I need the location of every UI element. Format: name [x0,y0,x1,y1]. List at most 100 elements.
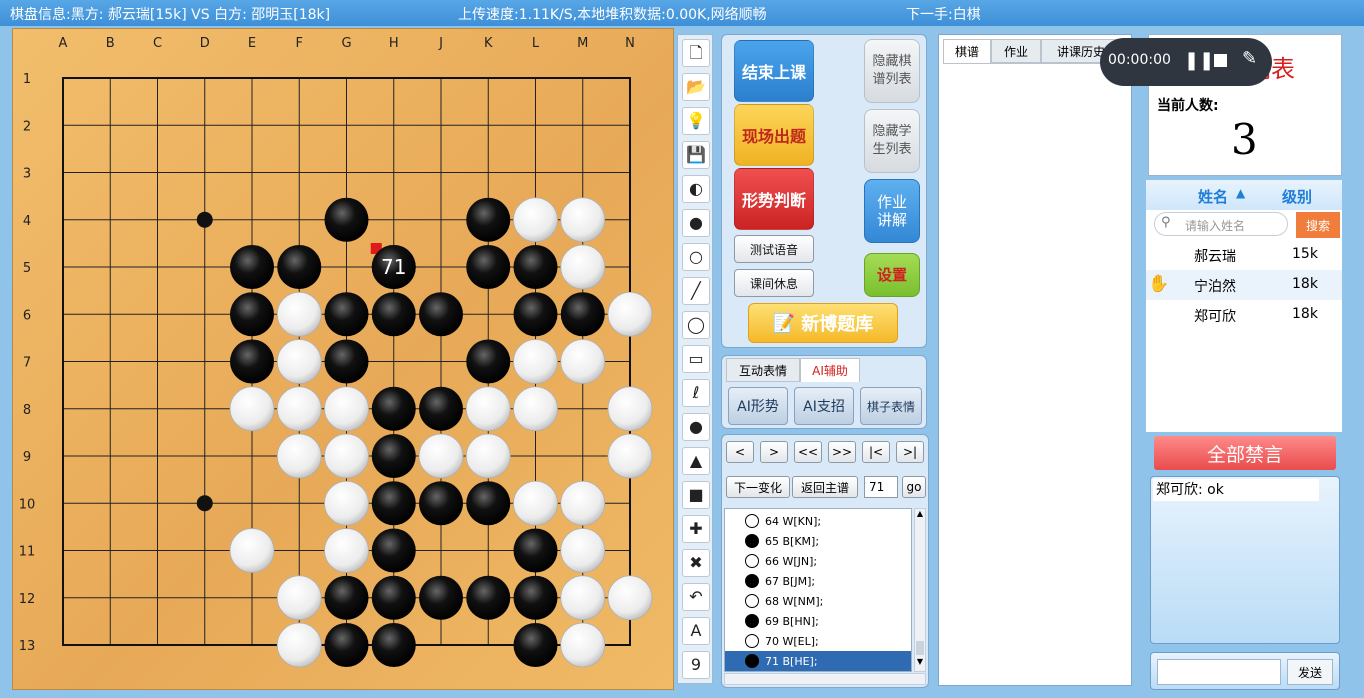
next-variation-button[interactable]: 下一变化 [726,476,790,498]
search-button[interactable]: 搜索 [1296,212,1340,238]
scroll-down-arrow-icon[interactable]: ▼ [915,657,925,669]
raised-hand-icon[interactable]: ✋ [1148,274,1169,294]
row-label: 9 [23,450,31,465]
sort-up-icon[interactable]: ▲ [1236,186,1245,200]
chat-input-field[interactable] [1157,659,1281,685]
send-button[interactable]: 发送 [1287,659,1333,685]
black-white-stone-icon[interactable]: ◐ [682,175,710,203]
pause-icon[interactable]: ❚❚ [1184,50,1214,71]
star-point [196,211,213,228]
student-row[interactable]: 郑可欣 18k [1146,300,1342,330]
scroll-up-arrow-icon[interactable]: ▲ [915,509,925,521]
go-button[interactable]: go [902,476,926,498]
save-icon[interactable]: 💾 [682,141,710,169]
rectangle-icon[interactable]: ▭ [682,345,710,373]
text-icon[interactable]: A [682,617,710,645]
white-stone [324,528,369,573]
class-break-button[interactable]: 课间休息 [734,269,814,297]
settings-button[interactable]: 设置 [864,253,920,297]
student-row[interactable]: 郝云瑞 15k [1146,240,1342,270]
black-stone [513,623,558,667]
circle-icon[interactable]: ◯ [682,311,710,339]
black-stone-icon [745,534,759,548]
move-list[interactable]: 64 W[KN]; 65 B[KM]; 66 W[JN]; 67 B[JM]; 68 W… [724,508,912,672]
scroll-thumb[interactable] [916,641,924,655]
white-stone [276,386,322,432]
col-level-header[interactable]: 级别 [1282,186,1312,207]
square-icon[interactable]: ■ [682,481,710,509]
white-stone-icon[interactable]: ○ [682,243,710,271]
plus-icon[interactable]: ✚ [682,515,710,543]
black-stone [371,292,416,337]
row-label: 7 [23,356,31,371]
triangle-icon[interactable]: ▲ [682,447,710,475]
move-navigation-panel: < > << >> |< >| 下一变化 返回主谱 71 go 64 W[KN]… [721,434,929,688]
tab-interactive-emoji[interactable]: 互动表情 [726,358,800,382]
mute-all-button[interactable]: 全部禁言 [1154,436,1336,470]
white-stone [276,622,322,668]
lasso-icon[interactable]: ℓ [682,379,710,407]
move-list-item[interactable]: 69 B[HN]; [725,611,911,631]
hide-record-list-button[interactable]: 隐藏棋谱列表 [864,39,920,103]
last-move-button[interactable]: >| [896,441,924,463]
back-main-line-button[interactable]: 返回主谱 [792,476,858,498]
move-list-hscrollbar[interactable] [724,673,926,685]
pen-icon[interactable]: ✎ [1242,48,1257,69]
student-name: 郝云瑞 [1194,249,1236,265]
go-board[interactable]: A B C D E F G H J K L M N 1 2 3 4 5 6 7 8 9 10 11 12 13 71 [12,28,674,690]
move-list-item[interactable]: 66 W[JN]; [725,551,911,571]
student-row[interactable]: ✋ 宁泊然 18k [1146,270,1342,300]
move-list-item[interactable]: 71 B[HE]; [725,651,911,671]
dot-icon[interactable]: ● [682,413,710,441]
ai-suggest-button[interactable]: AI支招 [794,387,854,425]
go-board-svg[interactable]: A B C D E F G H J K L M N1234567891011121371 [13,29,675,691]
idea-icon[interactable]: 💡 [682,107,710,135]
number-icon[interactable]: 9 [682,651,710,679]
student-search-input[interactable]: ⚲ 请输入姓名 [1154,212,1288,236]
problem-bank-button[interactable]: 📝 新博题库 [748,303,898,343]
move-list-item[interactable]: 64 W[KN]; [725,511,911,531]
move-list-item[interactable]: 67 B[JM]; [725,571,911,591]
hide-student-list-button[interactable]: 隐藏学生列表 [864,109,920,173]
ai-judge-button[interactable]: AI形势 [728,387,788,425]
black-stone [560,292,605,337]
cross-icon[interactable]: ✖ [682,549,710,577]
live-problem-button[interactable]: 现场出题 [734,104,814,166]
col-label: L [532,36,540,51]
col-name-header[interactable]: 姓名 [1198,186,1228,207]
white-stone [229,386,275,432]
back-multiple-button[interactable]: << [794,441,822,463]
move-number-input[interactable]: 71 [864,476,898,498]
undo-icon[interactable]: ↶ [682,583,710,611]
stop-icon[interactable] [1214,54,1227,67]
line-icon[interactable]: ╱ [682,277,710,305]
position-judge-button[interactable]: 形势判断 [734,168,814,230]
next-move-button[interactable]: > [760,441,788,463]
black-stone [230,292,274,337]
move-list-item[interactable]: 65 B[KM]; [725,531,911,551]
test-voice-button[interactable]: 测试语音 [734,235,814,263]
homework-explain-button[interactable]: 作业讲解 [864,179,920,243]
first-move-button[interactable]: |< [862,441,890,463]
tab-ai-assist[interactable]: AI辅助 [800,358,860,382]
move-list-scrollbar[interactable]: ▲ ▼ [914,508,926,672]
stone-emoji-button[interactable]: 棋子表情 [860,387,922,425]
current-count-value: 3 [1231,115,1258,164]
prev-move-button[interactable]: < [726,441,754,463]
tab-homework[interactable]: 作业 [991,39,1041,63]
forward-multiple-button[interactable]: >> [828,441,856,463]
tab-game-record[interactable]: 棋谱 [943,39,991,63]
new-file-icon[interactable]: 🗋 [682,39,710,67]
white-stone [276,291,322,337]
white-stone-icon [745,634,759,648]
black-stone-icon[interactable]: ● [682,209,710,237]
move-list-item[interactable]: 70 W[EL]; [725,631,911,651]
move-list-item[interactable]: 68 W[NM]; [725,591,911,611]
white-stone [607,433,653,479]
col-label: M [577,36,588,51]
end-class-button[interactable]: 结束上课 [734,40,814,102]
open-folder-icon[interactable]: 📂 [682,73,710,101]
move-text: 71 B[HE]; [765,654,818,668]
row-label: 12 [19,592,36,607]
black-stone [513,245,558,289]
